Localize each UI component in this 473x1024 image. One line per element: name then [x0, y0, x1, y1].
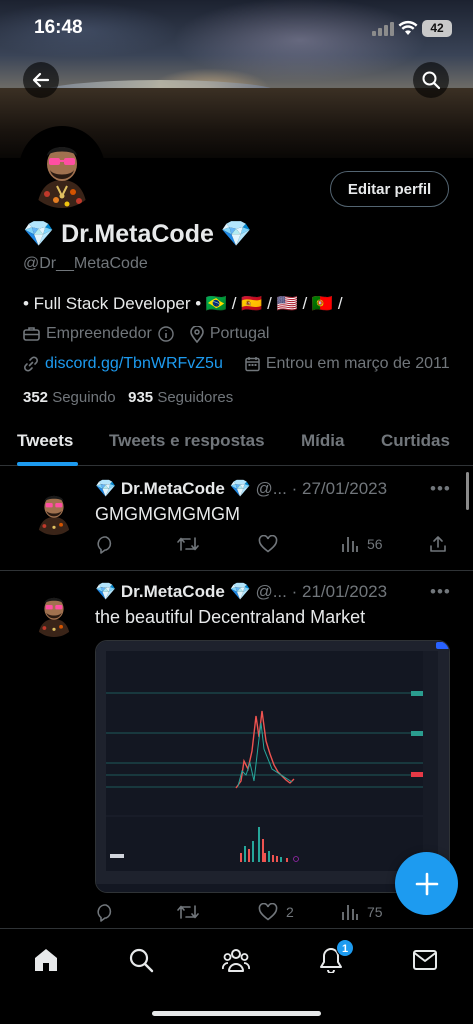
profile-name: 💎 Dr.MetaCode 💎	[23, 220, 252, 248]
search-icon	[129, 948, 154, 973]
like-button[interactable]	[258, 535, 278, 553]
trading-chart-image	[96, 641, 449, 892]
search-icon	[422, 71, 441, 90]
status-bar: 16:48 42	[0, 0, 473, 58]
tweet-date[interactable]: · 21/01/2023	[292, 582, 387, 601]
link-icon	[24, 356, 38, 372]
tweet-text: the beautiful Decentraland Market	[95, 607, 366, 627]
tweet-actions: 2 75	[95, 903, 455, 925]
views-button[interactable]: 56	[341, 535, 383, 553]
like-icon	[258, 535, 278, 553]
profile-avatar[interactable]	[19, 126, 105, 212]
views-icon	[342, 905, 358, 920]
profile-location: Portugal	[209, 325, 270, 342]
tweet-card[interactable]: 💎 Dr.MetaCode 💎 @... · 27/01/2023 ••• GM…	[0, 467, 473, 571]
views-count: 75	[367, 904, 383, 920]
reply-icon	[97, 536, 112, 554]
profile-bio: • Full Stack Developer • 🇧🇷 / 🇪🇸 / 🇺🇸 / …	[23, 294, 343, 313]
followers-link[interactable]: 935 Seguidores	[128, 389, 233, 406]
active-tab-indicator	[17, 462, 78, 466]
retweet-button[interactable]	[177, 535, 199, 553]
tab-media[interactable]: Mídia	[301, 431, 344, 451]
calendar-icon	[245, 357, 260, 372]
retweet-button[interactable]	[177, 903, 199, 921]
mail-icon	[413, 950, 437, 970]
like-count: 2	[286, 904, 294, 920]
tab-likes[interactable]: Curtidas	[381, 431, 450, 451]
nav-home[interactable]	[29, 943, 63, 977]
tweet-author-handle[interactable]: @...	[255, 479, 286, 498]
like-button[interactable]: 2	[258, 903, 294, 921]
follow-stats: 352 Seguindo 935 Seguidores	[23, 389, 233, 406]
cellular-signal-icon	[372, 22, 394, 36]
nav-messages[interactable]	[408, 943, 442, 977]
following-link[interactable]: 352 Seguindo	[23, 389, 116, 406]
info-icon[interactable]	[158, 326, 174, 342]
tweet-actions: 56	[95, 535, 455, 557]
nav-search[interactable]	[124, 943, 158, 977]
home-indicator	[152, 1011, 321, 1016]
tweet-text: GMGMGMGMGM	[95, 504, 240, 524]
compose-tweet-button[interactable]	[395, 852, 458, 915]
profile-handle: @Dr__MetaCode	[23, 255, 148, 272]
profile-tabs: Tweets Tweets e respostas Mídia Curtidas	[0, 420, 473, 466]
tweet-avatar[interactable]	[29, 485, 79, 535]
reply-button[interactable]	[95, 535, 115, 554]
search-button[interactable]	[413, 62, 449, 98]
home-icon	[35, 949, 57, 971]
profile-meta-row-2: discord.gg/TbnWRFvZ5u Entrou em março de…	[23, 355, 450, 373]
profile-meta-row-1: Empreendedor Portugal	[23, 325, 269, 343]
followers-label: Seguidores	[157, 389, 234, 406]
tab-tweets-and-replies[interactable]: Tweets e respostas	[109, 431, 265, 451]
tweet-header: 💎 Dr.MetaCode 💎 @... · 27/01/2023	[95, 479, 387, 499]
tweet-author-handle[interactable]: @...	[255, 582, 286, 601]
notifications-badge: 1	[336, 939, 354, 957]
tab-tweets[interactable]: Tweets	[17, 431, 73, 451]
share-icon	[430, 536, 446, 552]
following-count: 352	[23, 389, 49, 406]
reply-button[interactable]	[95, 903, 115, 922]
views-button[interactable]: 75	[341, 903, 383, 921]
profile-category: Empreendedor	[46, 325, 152, 342]
tweet-date[interactable]: · 27/01/2023	[292, 479, 387, 498]
compose-plus-icon	[415, 872, 438, 895]
avatar-illustration	[23, 130, 101, 208]
wifi-icon	[398, 20, 418, 41]
profile-joined-date: Entrou em março de 2011	[265, 355, 450, 372]
back-arrow-icon	[32, 72, 50, 88]
bottom-navigation: 1	[0, 928, 473, 1024]
people-icon	[222, 949, 250, 972]
tweet-author-name[interactable]: 💎 Dr.MetaCode 💎	[95, 582, 251, 601]
tweet-avatar[interactable]	[29, 587, 79, 637]
tweet-header: 💎 Dr.MetaCode 💎 @... · 21/01/2023	[95, 582, 387, 602]
followers-count: 935	[128, 389, 154, 406]
like-icon	[258, 903, 278, 921]
tweet-author-name[interactable]: 💎 Dr.MetaCode 💎	[95, 479, 251, 498]
views-count: 56	[367, 536, 383, 552]
tweet-more-menu-icon[interactable]: •••	[430, 582, 451, 602]
retweet-icon	[177, 905, 199, 919]
nav-communities[interactable]	[219, 943, 253, 977]
following-label: Seguindo	[52, 389, 116, 406]
reply-icon	[97, 904, 112, 922]
tweet-attached-image[interactable]	[95, 640, 450, 893]
edit-profile-button[interactable]: Editar perfil	[330, 171, 449, 207]
back-button[interactable]	[23, 62, 59, 98]
views-icon	[342, 537, 358, 552]
tweet-more-menu-icon[interactable]: •••	[430, 479, 451, 499]
location-pin-icon	[190, 325, 204, 343]
briefcase-icon	[23, 327, 40, 341]
status-time: 16:48	[34, 17, 83, 38]
battery-indicator: 42	[422, 20, 452, 37]
share-button[interactable]	[429, 535, 447, 553]
retweet-icon	[177, 537, 199, 551]
profile-website-link[interactable]: discord.gg/TbnWRFvZ5u	[45, 355, 223, 373]
